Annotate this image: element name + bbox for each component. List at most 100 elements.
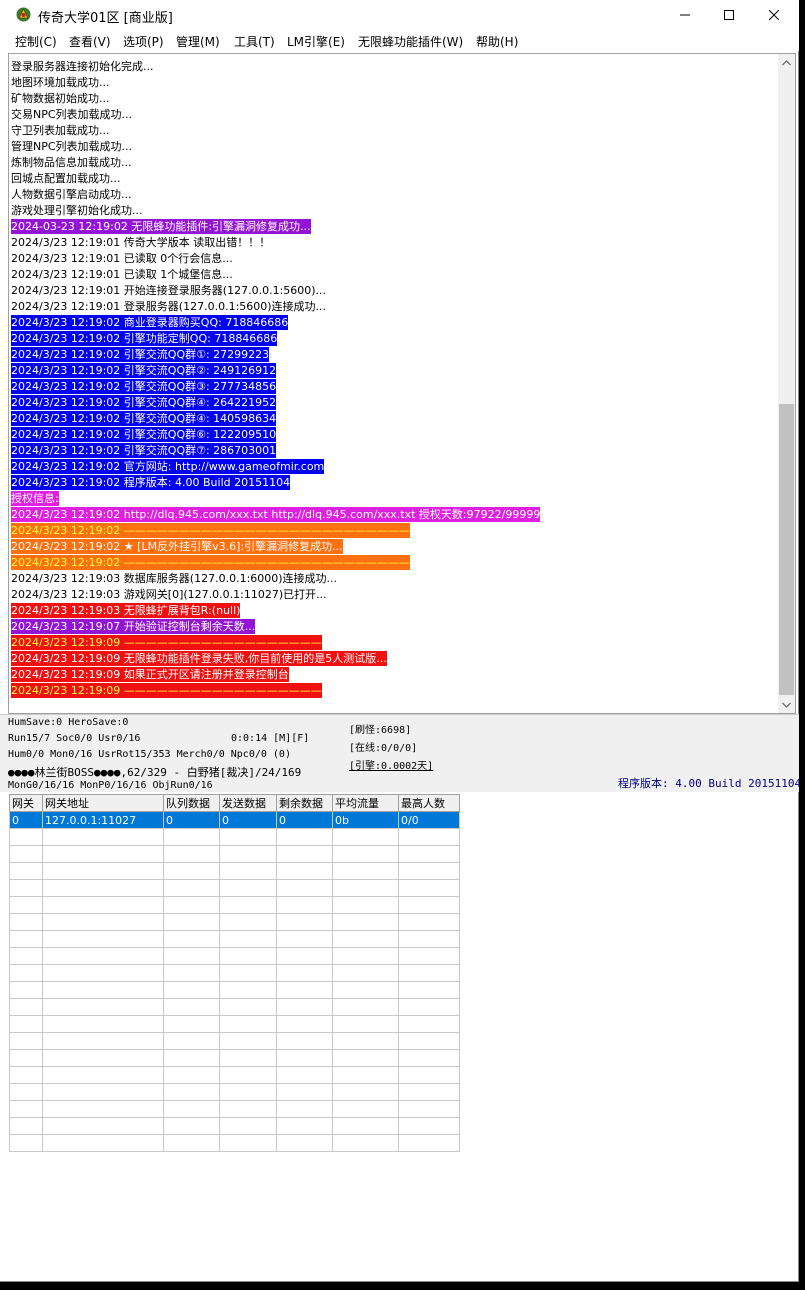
table-row[interactable] bbox=[9, 1083, 460, 1101]
table-row[interactable] bbox=[9, 964, 460, 982]
table-cell bbox=[398, 964, 460, 982]
table-cell bbox=[9, 1066, 43, 1084]
table-cell bbox=[219, 862, 277, 880]
table-row[interactable]: 0 127.0.0.1:11027 0 0 0 0b 0/0 bbox=[9, 811, 460, 829]
column-header[interactable]: 剩余数据 bbox=[276, 794, 333, 812]
log-line: 回城点配置加载成功... bbox=[11, 167, 779, 185]
table-cell bbox=[398, 845, 460, 863]
table-cell bbox=[219, 964, 277, 982]
table-cell bbox=[276, 964, 333, 982]
table-cell bbox=[163, 981, 220, 999]
table-row[interactable] bbox=[9, 1117, 460, 1135]
table-cell bbox=[332, 896, 399, 914]
scroll-thumb[interactable] bbox=[779, 404, 794, 695]
table-cell bbox=[163, 1066, 220, 1084]
table-cell bbox=[276, 1083, 333, 1101]
table-cell bbox=[332, 1015, 399, 1033]
menu-plugin[interactable]: 无限蜂功能插件(W) bbox=[358, 33, 463, 50]
log-line: 2024/3/23 12:19:02 引擎交流QQ群②: 249126912 bbox=[11, 359, 779, 378]
minimize-button[interactable] bbox=[662, 0, 708, 30]
status-engine[interactable]: [引擎:0.0002天] bbox=[349, 757, 433, 772]
table-cell bbox=[219, 845, 277, 863]
maximize-button[interactable] bbox=[706, 0, 752, 30]
table-cell bbox=[42, 1100, 164, 1118]
table-row[interactable] bbox=[9, 1032, 460, 1050]
table-row[interactable] bbox=[9, 828, 460, 846]
table-cell bbox=[276, 862, 333, 880]
table-cell: 0 bbox=[9, 811, 43, 829]
table-cell bbox=[42, 913, 164, 931]
table-cell bbox=[219, 1083, 277, 1101]
table-row[interactable] bbox=[9, 981, 460, 999]
log-line: 2024/3/23 12:19:02 引擎交流QQ群③: 277734856 bbox=[11, 375, 779, 394]
table-cell bbox=[163, 1134, 220, 1152]
status-objects: MonG0/16/16 MonP0/16/16 ObjRun0/16 bbox=[8, 780, 213, 791]
table-cell bbox=[9, 947, 43, 965]
table-cell bbox=[332, 1100, 399, 1118]
table-cell bbox=[276, 1117, 333, 1135]
table-cell bbox=[42, 981, 164, 999]
table-row[interactable] bbox=[9, 1049, 460, 1067]
table-row[interactable] bbox=[9, 913, 460, 931]
table-row[interactable] bbox=[9, 862, 460, 880]
log-scrollbar[interactable] bbox=[778, 54, 795, 713]
table-cell bbox=[398, 862, 460, 880]
menu-view[interactable]: 查看(V) bbox=[69, 33, 111, 50]
log-panel[interactable]: 登录服务器连接初始化完成... 地图环境加载成功... 矿物数据初始成功... 交易N… bbox=[8, 53, 796, 714]
table-cell bbox=[9, 1032, 43, 1050]
close-icon bbox=[769, 10, 779, 20]
table-cell bbox=[163, 998, 220, 1016]
table-row[interactable] bbox=[9, 896, 460, 914]
table-cell bbox=[276, 896, 333, 914]
scroll-down-button[interactable] bbox=[778, 696, 795, 713]
table-cell bbox=[276, 879, 333, 897]
menu-help[interactable]: 帮助(H) bbox=[476, 33, 518, 50]
table-cell bbox=[219, 998, 277, 1016]
table-cell bbox=[9, 930, 43, 948]
column-header[interactable]: 平均流量 bbox=[332, 794, 399, 812]
table-cell: 0 bbox=[219, 811, 277, 829]
table-cell bbox=[276, 913, 333, 931]
column-header[interactable]: 队列数据 bbox=[163, 794, 220, 812]
table-cell bbox=[219, 947, 277, 965]
table-row[interactable] bbox=[9, 1015, 460, 1033]
table-cell bbox=[398, 947, 460, 965]
close-button[interactable] bbox=[751, 0, 797, 30]
table-row[interactable] bbox=[9, 998, 460, 1016]
menu-manage[interactable]: 管理(M) bbox=[176, 33, 220, 50]
column-header[interactable]: 发送数据 bbox=[219, 794, 277, 812]
column-header[interactable]: 网关地址 bbox=[42, 794, 164, 812]
table-row[interactable] bbox=[9, 1100, 460, 1118]
table-row[interactable] bbox=[9, 1066, 460, 1084]
column-header[interactable]: 网关 bbox=[9, 794, 43, 812]
menu-control[interactable]: 控制(C) bbox=[15, 33, 57, 50]
log-line: 2024/3/23 12:19:01 已读取 1个城堡信息... bbox=[11, 263, 779, 281]
status-run: Run15/7 Soc0/0 Usr0/16 bbox=[8, 733, 141, 744]
menu-lm-engine[interactable]: LM引擎(E) bbox=[287, 33, 345, 50]
table-row[interactable] bbox=[9, 930, 460, 948]
table-cell bbox=[42, 828, 164, 846]
log-line: 矿物数据初始成功... bbox=[11, 87, 779, 105]
table-cell bbox=[42, 1015, 164, 1033]
table-row[interactable] bbox=[9, 947, 460, 965]
log-line: 2024/3/23 12:19:03 无限蜂扩展背包R:(null) bbox=[11, 599, 779, 618]
scroll-up-button[interactable] bbox=[778, 54, 795, 71]
column-header[interactable]: 最高人数 bbox=[398, 794, 460, 812]
table-cell bbox=[332, 1032, 399, 1050]
menu-tools[interactable]: 工具(T) bbox=[234, 33, 275, 50]
table-row[interactable] bbox=[9, 1134, 460, 1152]
table-cell bbox=[9, 896, 43, 914]
table-row[interactable] bbox=[9, 845, 460, 863]
log-line: 2024/3/23 12:19:02 官方网站: http://www.game… bbox=[11, 455, 779, 474]
menu-options[interactable]: 选项(P) bbox=[123, 33, 164, 50]
table-cell bbox=[42, 1049, 164, 1067]
table-cell bbox=[276, 1015, 333, 1033]
log-line: 2024/3/23 12:19:01 登录服务器(127.0.0.1:5600)… bbox=[11, 295, 779, 313]
log-list: 登录服务器连接初始化完成... 地图环境加载成功... 矿物数据初始成功... 交易N… bbox=[11, 55, 779, 698]
table-cell bbox=[163, 1015, 220, 1033]
table-cell bbox=[398, 1117, 460, 1135]
table-cell: 0b bbox=[332, 811, 399, 829]
table-cell bbox=[163, 828, 220, 846]
table-row[interactable] bbox=[9, 879, 460, 897]
title-bar[interactable]: 传奇大学01区 [商业版] bbox=[0, 0, 799, 30]
